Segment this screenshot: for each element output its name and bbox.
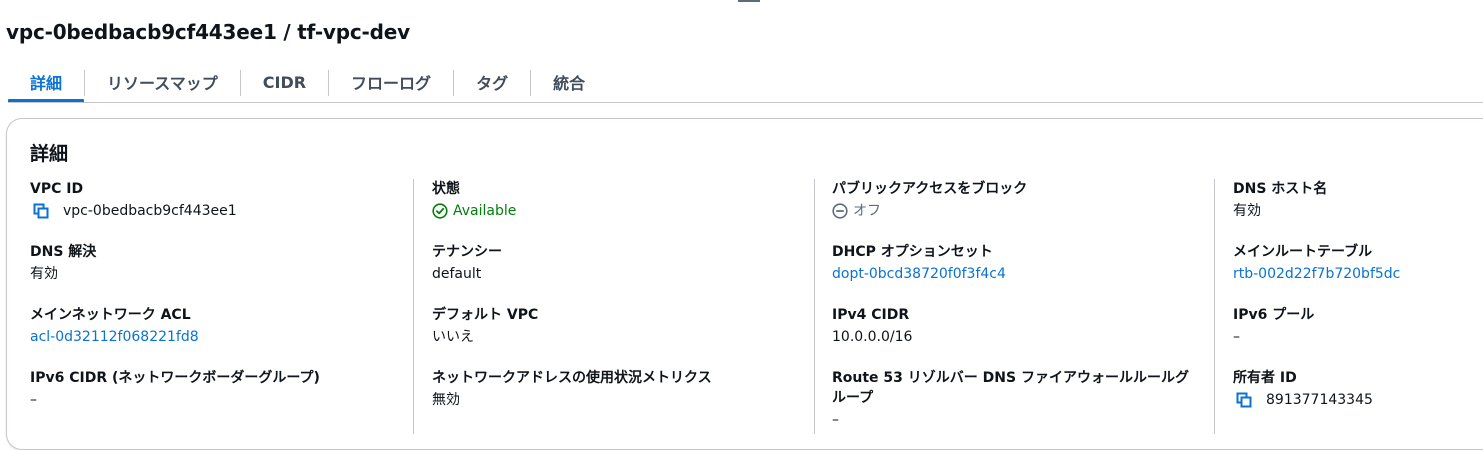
field-label: ネットワークアドレスの使用状況メトリクス: [432, 370, 712, 386]
field-default-vpc: デフォルト VPC いいえ: [432, 305, 802, 347]
field-label: Route 53 リゾルバー DNS ファイアウォールルールグループ: [832, 370, 1189, 406]
field-vpc-id: VPC ID vpc-0bedbacb9cf443ee1: [30, 179, 400, 221]
field-label: IPv6 CIDR (ネットワークボーダーグループ): [30, 370, 320, 386]
column-divider: [814, 179, 815, 434]
dns-hostnames-value: 有効: [1233, 203, 1261, 219]
tab-flow-logs[interactable]: フローログ: [329, 66, 453, 98]
column-divider: [1214, 179, 1215, 434]
tab-details[interactable]: 詳細: [8, 66, 85, 103]
main-route-table-link[interactable]: rtb-002d22f7b720bf5dc: [1233, 264, 1483, 284]
field-label: 状態: [432, 181, 460, 197]
field-label: デフォルト VPC: [432, 307, 539, 323]
field-label: DNS ホスト名: [1233, 181, 1328, 197]
tabs-divider: [8, 102, 1483, 103]
field-label: メインルートテーブル: [1233, 244, 1373, 260]
dhcp-options-link[interactable]: dopt-0bcd38720f0f3f4c4: [832, 264, 1202, 284]
field-ipv4-cidr: IPv4 CIDR 10.0.0.0/16: [832, 305, 1202, 347]
field-label: DNS 解決: [30, 244, 97, 260]
field-label: テナンシー: [432, 244, 502, 260]
tenancy-value: default: [432, 266, 482, 282]
minus-circle-icon: [832, 203, 848, 219]
field-label: メインネットワーク ACL: [30, 307, 191, 323]
field-tenancy: テナンシー default: [432, 242, 802, 284]
vpc-id-value: vpc-0bedbacb9cf443ee1: [63, 203, 237, 219]
copy-icon[interactable]: [1236, 392, 1252, 408]
main-network-acl-link[interactable]: acl-0d32112f068221fd8: [30, 327, 400, 347]
field-main-network-acl: メインネットワーク ACL acl-0d32112f068221fd8: [30, 305, 400, 347]
default-vpc-value: いいえ: [432, 329, 474, 345]
details-panel-title: 詳細: [30, 143, 69, 165]
field-ipv6-pool: IPv6 プール –: [1233, 305, 1483, 347]
field-usage-metrics: ネットワークアドレスの使用状況メトリクス 無効: [432, 368, 802, 410]
tab-resource-map[interactable]: リソースマップ: [85, 66, 240, 98]
field-label: IPv6 プール: [1233, 307, 1315, 323]
ipv6-cidr-value: –: [30, 392, 37, 408]
owner-id-value: 891377143345: [1266, 392, 1373, 408]
field-label: パブリックアクセスをブロック: [832, 181, 1028, 197]
ipv6-pool-value: –: [1233, 329, 1240, 345]
field-dns-resolution: DNS 解決 有効: [30, 242, 400, 284]
field-ipv6-cidr: IPv6 CIDR (ネットワークボーダーグループ) –: [30, 368, 400, 410]
field-owner-id: 所有者 ID 891377143345: [1233, 368, 1483, 410]
dns-resolution-value: 有効: [30, 266, 58, 282]
field-dns-firewall: Route 53 リゾルバー DNS ファイアウォールルールグループ –: [832, 368, 1202, 430]
field-label: DHCP オプションセット: [832, 244, 993, 260]
ipv4-cidr-value: 10.0.0.0/16: [832, 329, 913, 345]
field-main-route-table: メインルートテーブル rtb-002d22f7b720bf5dc: [1233, 242, 1483, 284]
block-public-access-value: オフ: [853, 203, 881, 219]
column-divider: [413, 179, 414, 434]
field-state: 状態 Available: [432, 179, 802, 221]
field-block-public-access: パブリックアクセスをブロック オフ: [832, 179, 1202, 221]
field-dhcp-options: DHCP オプションセット dopt-0bcd38720f0f3f4c4: [832, 242, 1202, 284]
tab-cidr[interactable]: CIDR: [241, 66, 328, 98]
state-value: Available: [453, 203, 517, 219]
field-label: VPC ID: [30, 181, 84, 197]
copy-icon[interactable]: [33, 203, 49, 219]
field-dns-hostnames: DNS ホスト名 有効: [1233, 179, 1483, 221]
tab-integrations[interactable]: 統合: [531, 66, 607, 98]
dns-firewall-value: –: [832, 412, 839, 428]
details-panel: 詳細 VPC ID vpc-0bedbacb9cf443ee1 DNS 解決 有…: [6, 118, 1483, 450]
field-label: IPv4 CIDR: [832, 307, 910, 323]
usage-metrics-value: 無効: [432, 392, 460, 408]
check-circle-icon: [432, 203, 448, 219]
tab-tags[interactable]: タグ: [454, 66, 530, 98]
field-label: 所有者 ID: [1233, 370, 1297, 386]
tab-bar: 詳細 リソースマップ CIDR フローログ タグ 統合: [8, 66, 607, 103]
drag-handle[interactable]: [738, 0, 760, 2]
page-title: vpc-0bedbacb9cf443ee1 / tf-vpc-dev: [6, 20, 410, 44]
